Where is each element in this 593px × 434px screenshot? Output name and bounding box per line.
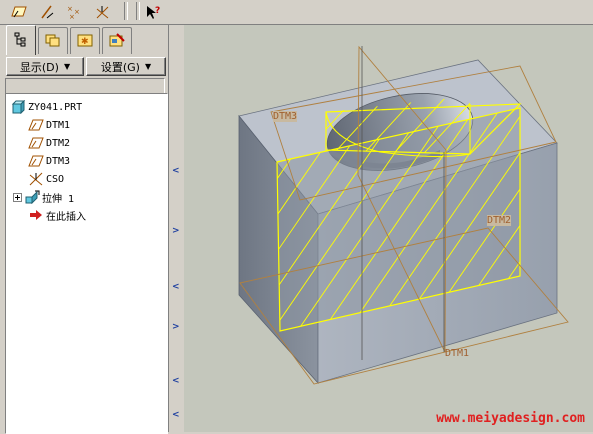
- tree-item-label: 拉伸 1: [42, 193, 75, 205]
- chevron-down-icon: ▼: [144, 62, 152, 71]
- watermark-text: www.meiyadesign.com: [436, 411, 585, 426]
- part-icon: [10, 100, 26, 114]
- datum-plane-icon: [28, 136, 44, 150]
- settings-dropdown[interactable]: 设置(G) ▼: [86, 57, 166, 76]
- tree-item-label: DTM3: [46, 155, 71, 167]
- svg-text:✱: ✱: [81, 37, 89, 47]
- coordinate-system-icon[interactable]: [92, 1, 114, 22]
- coordinate-system-icon: [28, 172, 44, 186]
- toolbar-separator: [124, 2, 128, 20]
- svg-text:×: ×: [67, 5, 73, 13]
- tree-item-dtm2[interactable]: DTM2: [28, 135, 70, 151]
- datum-label-dtm3[interactable]: DTM3: [273, 111, 298, 122]
- tree-item-label: DTM2: [46, 137, 71, 149]
- tree-item-label: 在此插入: [46, 211, 86, 223]
- datum-point-icon[interactable]: × × ×: [64, 1, 86, 22]
- svg-text:×: ×: [74, 8, 80, 16]
- settings-dropdown-label: 设置(G): [100, 60, 140, 74]
- tree-filter-bar[interactable]: [5, 78, 165, 94]
- connections-icon: [109, 32, 125, 51]
- chevron-left-icon[interactable]: <: [172, 376, 180, 386]
- toolbar: × × × ?: [0, 0, 593, 25]
- tree-item-dtm3[interactable]: DTM3: [28, 153, 70, 169]
- model-tree-icon: [13, 31, 29, 50]
- whats-this-help-icon[interactable]: ?: [142, 1, 164, 22]
- chevron-left-icon[interactable]: <: [172, 166, 180, 176]
- svg-text:×: ×: [69, 13, 75, 20]
- chevron-left-icon[interactable]: <: [172, 282, 180, 292]
- chevron-right-icon[interactable]: >: [172, 226, 180, 236]
- chevron-right-icon[interactable]: >: [172, 322, 180, 332]
- panel-splitter[interactable]: < > < > < <: [168, 25, 185, 432]
- insert-here-arrow-icon: [28, 208, 44, 222]
- tree-root-label: ZY041.PRT: [28, 101, 83, 113]
- tree-item-extrude[interactable]: 拉伸 1: [12, 189, 74, 205]
- graphics-viewport[interactable]: DTM3 DTM2 DTM1 www.meiyadesign.com: [184, 25, 593, 432]
- svg-text:?: ?: [155, 6, 160, 16]
- tree-item-label: DTM1: [46, 119, 71, 131]
- datum-plane-icon: [28, 154, 44, 168]
- favorites-icon: ✱: [77, 32, 93, 51]
- show-dropdown-label: 显示(D): [19, 60, 59, 74]
- tree-item-dtm1[interactable]: DTM1: [28, 117, 70, 133]
- tree-item-insert-here[interactable]: 在此插入: [28, 207, 86, 223]
- model-tree-panel: ✱ 显示(D) ▼ 设置(G) ▼ ZY041.PRT DTM1 DTM2 DT…: [0, 25, 168, 434]
- tab-favorites[interactable]: ✱: [70, 27, 100, 54]
- show-dropdown[interactable]: 显示(D) ▼: [6, 57, 84, 76]
- datum-label-dtm1[interactable]: DTM1: [445, 348, 469, 359]
- tab-model-tree[interactable]: [6, 25, 36, 55]
- toolbar-separator: [136, 2, 140, 20]
- model-drawing: [238, 45, 569, 385]
- tab-folder-browser[interactable]: [38, 27, 68, 54]
- tree-item-cso[interactable]: CSO: [28, 171, 64, 187]
- tree-item-label: CSO: [46, 173, 65, 185]
- chevron-left-icon[interactable]: <: [172, 410, 180, 420]
- folder-browser-icon: [45, 32, 61, 51]
- expand-plus-icon[interactable]: [12, 190, 22, 204]
- tab-connections[interactable]: [102, 27, 132, 54]
- model-tree: ZY041.PRT DTM1 DTM2 DTM3 CSO 拉伸 1 在此插入: [5, 93, 168, 434]
- chevron-down-icon: ▼: [63, 62, 71, 71]
- datum-plane-icon: [28, 118, 44, 132]
- tree-root-part[interactable]: ZY041.PRT: [10, 99, 82, 115]
- datum-axis-icon[interactable]: [36, 1, 58, 22]
- datum-plane-icon[interactable]: [8, 1, 30, 22]
- extrude-icon: [24, 190, 40, 204]
- datum-label-dtm2[interactable]: DTM2: [487, 215, 512, 226]
